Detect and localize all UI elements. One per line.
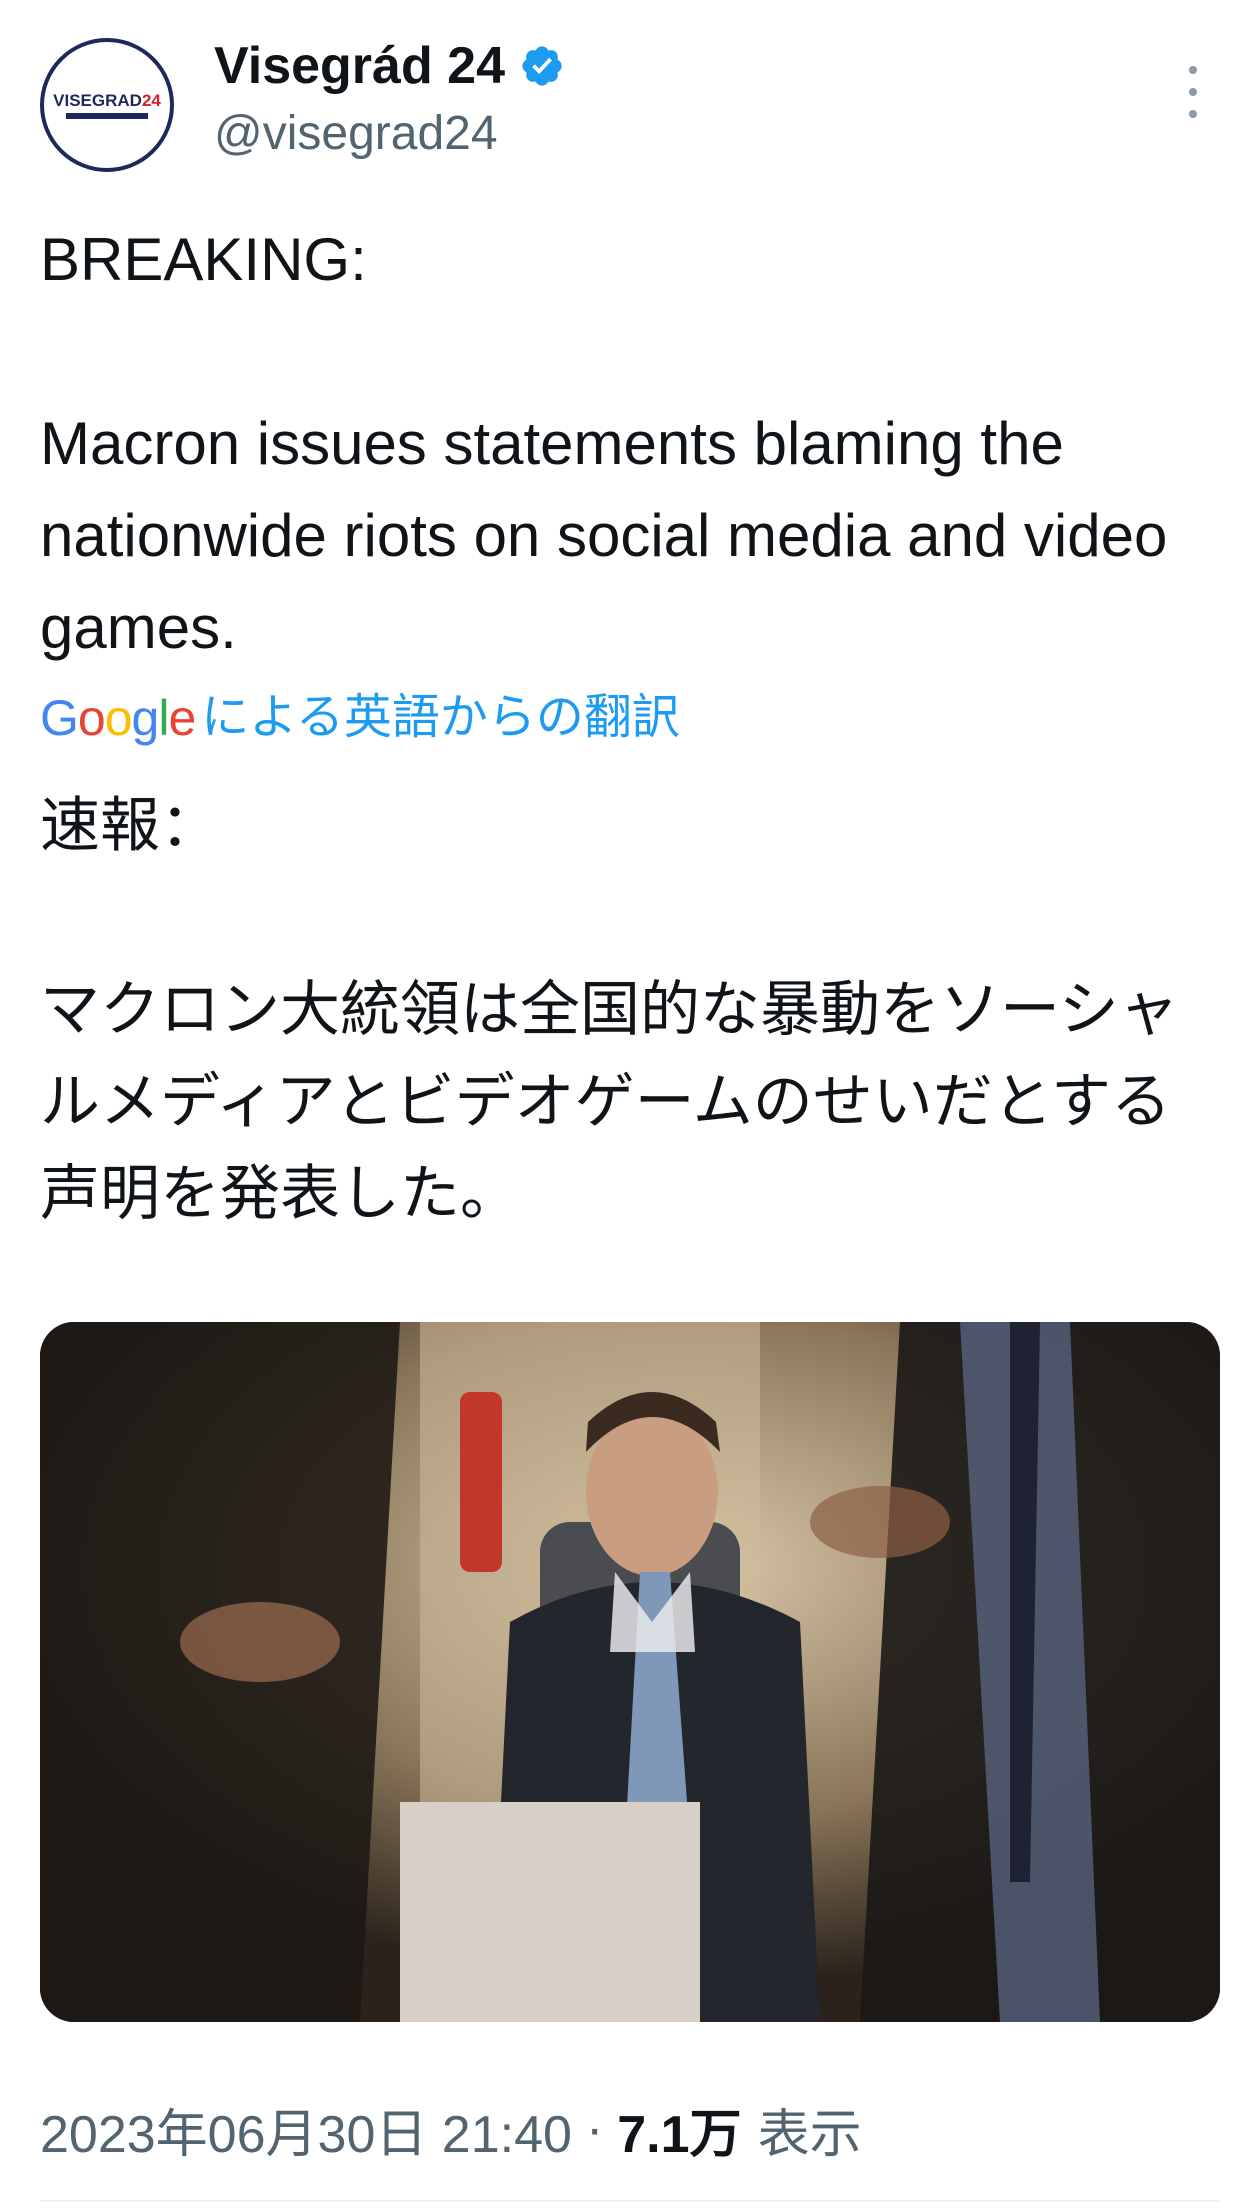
more-vertical-icon[interactable]	[1178, 66, 1208, 118]
avatar-logo: VISEGRAD24	[53, 90, 161, 110]
display-name[interactable]: Visegrád 24	[214, 34, 505, 98]
views-count: 7.1万	[617, 2105, 742, 2164]
divider	[40, 2200, 1220, 2202]
tweet-text: BREAKING: Macron issues statements blami…	[40, 226, 1168, 661]
avatar-logo-underline	[66, 112, 148, 119]
tweet-header: VISEGRAD24 Visegrád 24 @visegrad24	[0, 0, 1260, 200]
name-row: Visegrád 24	[214, 34, 565, 98]
views-label: 表示	[757, 2105, 862, 2164]
account-handle[interactable]: @visegrad24	[214, 104, 498, 164]
timestamp[interactable]: 2023年06月30日 21:40	[40, 2092, 572, 2167]
meta-separator: ·	[585, 2100, 604, 2158]
verified-badge-icon	[522, 46, 562, 86]
photo-illustration	[40, 1322, 1220, 2022]
translated-text: 速報： マクロン大統領は全国的な暴動をソーシャルメディアとビデオゲームのせいだと…	[40, 792, 1179, 1227]
translation-attribution[interactable]: Google による英語からの翻訳	[40, 686, 680, 750]
tweet-meta: 2023年06月30日 21:40 · 7.1万 表示	[40, 2094, 862, 2164]
google-logo: Google	[40, 690, 196, 746]
avatar[interactable]: VISEGRAD24	[40, 38, 174, 172]
translation-label: による英語からの翻訳	[201, 691, 680, 744]
tweet-photo[interactable]	[40, 1322, 1220, 2022]
